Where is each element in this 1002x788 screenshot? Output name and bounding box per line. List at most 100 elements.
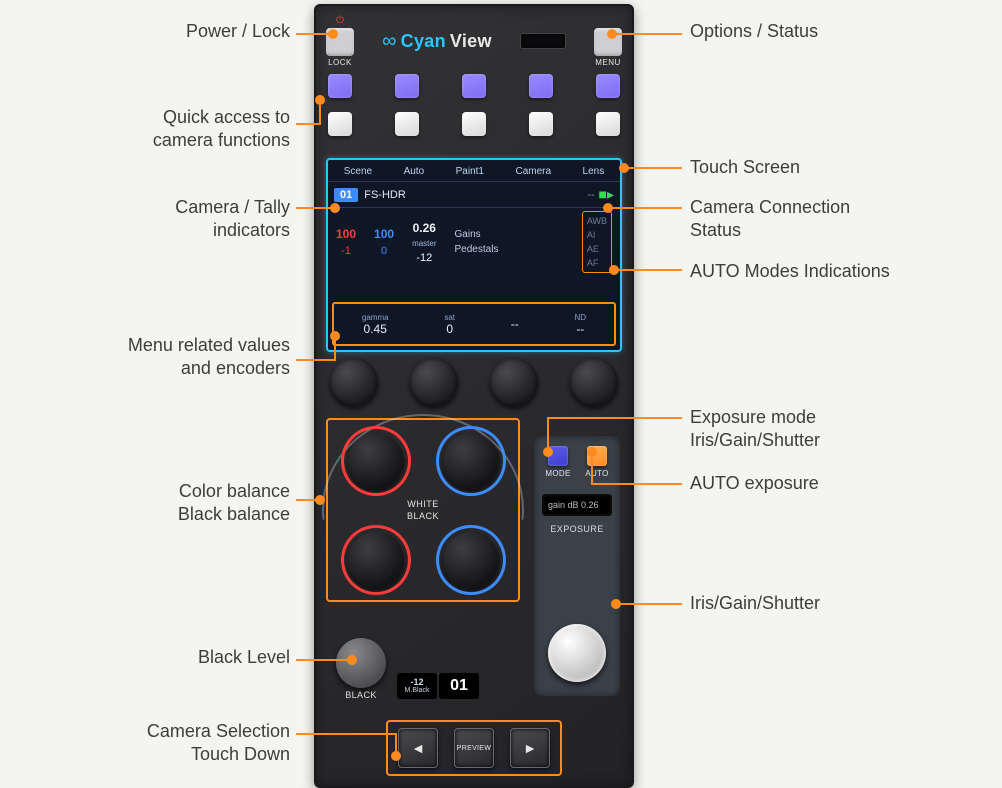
camera-selection-row: ◄ PREVIEW ► <box>386 720 562 776</box>
encoder-knob[interactable] <box>330 358 378 406</box>
exposure-oled: gain dB 0.26 <box>542 494 612 516</box>
menu-button[interactable] <box>594 28 622 56</box>
black-level-area: BLACK -12 M.Black 01 <box>336 638 480 700</box>
black-level-knob[interactable] <box>336 638 386 688</box>
callout-camera-tally: Camera / Tally indicators <box>30 196 290 241</box>
bottom-tiny: sat <box>444 313 455 322</box>
auto-button-label: AUTO <box>585 469 608 478</box>
gains-label: Gains <box>455 229 481 240</box>
master-label: master <box>412 239 436 248</box>
control-panel-device: ⏻ LOCK ∞ CyanView • MENU <box>314 4 634 788</box>
camera-prev-button[interactable]: ◄ <box>398 728 438 768</box>
touch-screen[interactable]: Scene Auto Paint1 Camera Lens 01 FS-HDR … <box>326 158 622 352</box>
mode-button-label: MODE <box>545 469 570 478</box>
auto-mode: AF <box>587 258 607 268</box>
qa-button[interactable] <box>328 112 352 136</box>
qa-button[interactable] <box>462 74 486 98</box>
brand-name-b: View <box>450 31 492 52</box>
camera-connection-icon: ■▸ <box>599 186 614 203</box>
encoder-knob[interactable] <box>570 358 618 406</box>
pedestals-label: Pedestals <box>455 244 499 255</box>
callout-auto-modes: AUTO Modes Indications <box>690 260 1000 283</box>
qa-button[interactable] <box>529 74 553 98</box>
callout-iris-gain-shutter: Iris/Gain/Shutter <box>690 592 970 615</box>
screen-values: 100 -1 100 0 0.26 master -12 Gains Pedes… <box>328 208 620 276</box>
master-ped: -12 <box>416 252 432 264</box>
qa-button[interactable] <box>395 74 419 98</box>
logo-swirl-icon: ∞ <box>382 30 397 53</box>
callout-auto-exposure: AUTO exposure <box>690 472 970 495</box>
red-gain-col: 100 -1 <box>336 227 356 257</box>
screen-tab[interactable]: Scene <box>344 166 372 177</box>
bottom-cell: gamma 0.45 <box>362 313 389 336</box>
brand-logo: ∞ CyanView <box>382 30 492 53</box>
auto-mode: AE <box>587 244 607 254</box>
menu-label: MENU <box>595 58 621 67</box>
callout-exposure-mode: Exposure mode Iris/Gain/Shutter <box>690 406 990 451</box>
bottom-val: -- <box>576 322 584 336</box>
master-gain: 0.26 <box>413 221 436 235</box>
qa-button[interactable] <box>596 112 620 136</box>
bottom-val: 0.45 <box>364 322 387 336</box>
exposure-buttons: MODE AUTO <box>534 436 620 480</box>
encoder-knob[interactable] <box>410 358 458 406</box>
screen-status-row: 01 FS-HDR -- ■▸ <box>328 182 620 208</box>
qa-row-bottom <box>328 112 620 136</box>
black-value: -12 M.Black <box>397 673 437 699</box>
black-cam-number: 01 <box>439 673 479 699</box>
qa-button[interactable] <box>462 112 486 136</box>
camera-number-badge[interactable]: 01 <box>334 188 358 202</box>
lock-button-wrap: ⏻ LOCK <box>326 16 354 67</box>
blue-gain: 100 <box>374 227 394 241</box>
screen-tab[interactable]: Auto <box>404 166 425 177</box>
mblack-sub: M.Black <box>403 687 431 694</box>
auto-mode: AWB <box>587 216 607 226</box>
red-ped: -1 <box>341 245 351 257</box>
blue-black-knob[interactable] <box>443 532 499 588</box>
bottom-cell: sat 0 <box>444 313 455 336</box>
auto-exposure-button[interactable] <box>587 446 607 466</box>
screen-tab[interactable]: Lens <box>583 166 605 177</box>
screen-tab[interactable]: Camera <box>515 166 551 177</box>
quick-access-grid <box>328 74 620 136</box>
camera-model: FS-HDR <box>364 189 587 201</box>
red-black-knob[interactable] <box>348 532 404 588</box>
callout-black-level: Black Level <box>80 646 290 669</box>
red-white-knob[interactable] <box>348 433 404 489</box>
callout-cam-selection: Camera Selection Touch Down <box>10 720 290 765</box>
usb-port[interactable] <box>520 33 566 49</box>
bottom-tiny: ND <box>575 313 587 322</box>
exposure-title: EXPOSURE <box>534 524 620 534</box>
top-strip: ⏻ LOCK ∞ CyanView • MENU <box>316 16 632 66</box>
blue-ped: 0 <box>381 245 387 257</box>
screen-tab[interactable]: Paint1 <box>456 166 484 177</box>
callout-color-balance: Color balance Black balance <box>40 480 290 525</box>
mode-button[interactable] <box>548 446 568 466</box>
camera-next-button[interactable]: ► <box>510 728 550 768</box>
lock-button[interactable] <box>326 28 354 56</box>
model-extra: -- <box>587 189 594 201</box>
blue-white-knob[interactable] <box>443 433 499 489</box>
encoder-row <box>330 358 618 406</box>
cb-labels: WHITE BLACK <box>407 499 439 521</box>
lock-label: LOCK <box>328 58 352 67</box>
black-balance-label: BLACK <box>407 511 439 521</box>
qa-row-top <box>328 74 620 98</box>
screen-tabs: Scene Auto Paint1 Camera Lens <box>328 160 620 182</box>
qa-button[interactable] <box>596 74 620 98</box>
encoder-knob[interactable] <box>490 358 538 406</box>
color-balance-box: WHITE BLACK <box>326 418 520 602</box>
white-balance-label: WHITE <box>407 499 439 509</box>
callout-options-status: Options / Status <box>690 20 970 43</box>
qa-button[interactable] <box>529 112 553 136</box>
qa-button[interactable] <box>395 112 419 136</box>
camera-preview-button[interactable]: PREVIEW <box>454 728 494 768</box>
brand-name-a: Cyan <box>401 31 446 52</box>
exposure-knob[interactable] <box>548 624 606 682</box>
stage: ⏻ LOCK ∞ CyanView • MENU <box>0 0 1002 788</box>
qa-button[interactable] <box>328 74 352 98</box>
screen-bottom-box: gamma 0.45 sat 0 -- ND -- <box>332 302 616 346</box>
bottom-val: 0 <box>446 322 453 336</box>
bottom-cell: -- <box>511 317 519 331</box>
mblack-val: -12 <box>403 677 431 687</box>
